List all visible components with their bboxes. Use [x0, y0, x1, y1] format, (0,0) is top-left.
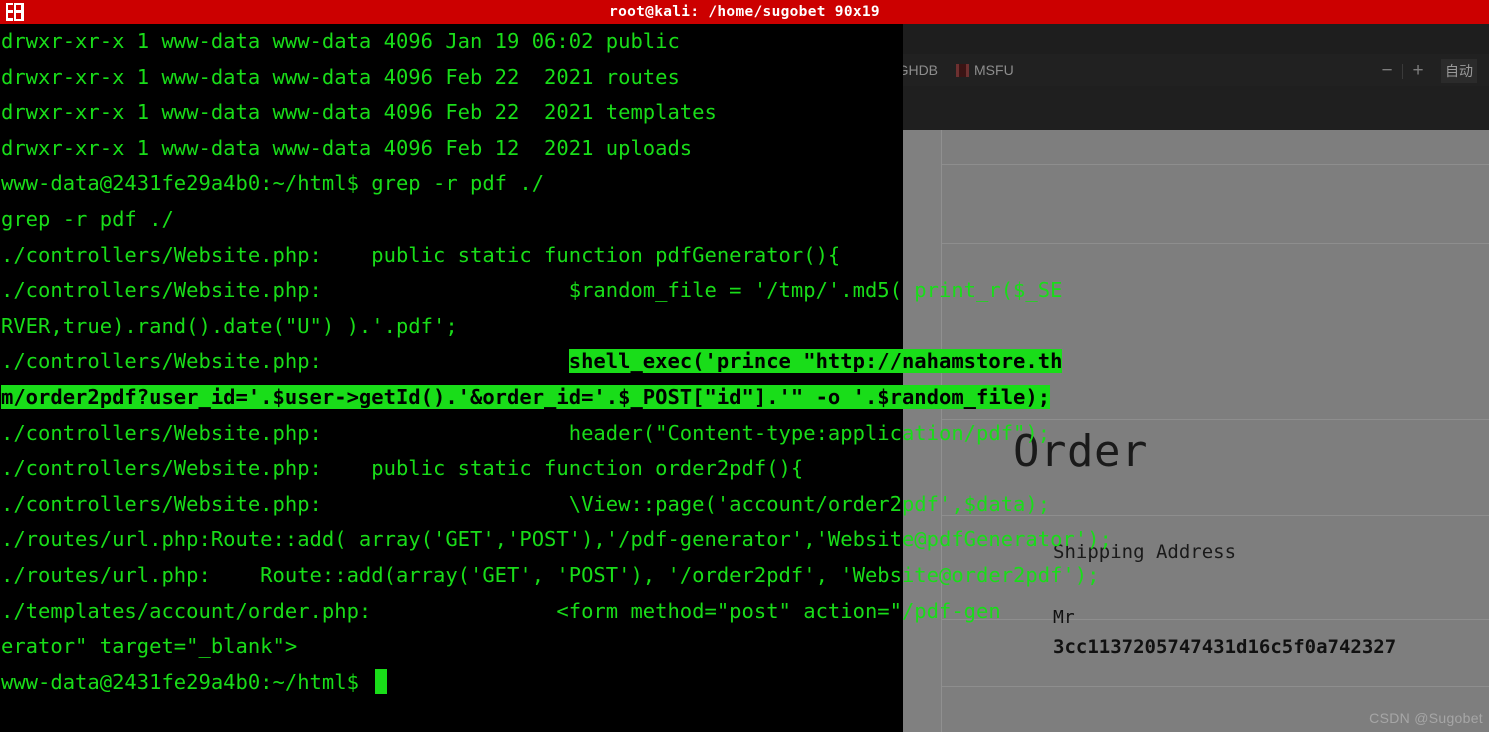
- terminal-line: ./controllers/Website.php: $random_file …: [1, 278, 1063, 303]
- terminal-line: ./routes/url.php:Route::add( array('GET'…: [1, 527, 1112, 552]
- screen: ← → ↻ ⏵ ⚭ ☹ nahamstore.thm/pdf-generator…: [0, 0, 1489, 732]
- terminal-line: m/order2pdf?user_id='.$user->getId().'&o…: [1, 380, 1489, 416]
- terminal-line: ./routes/url.php: Route::add(array('GET'…: [1, 562, 1100, 587]
- terminal-line: RVER,true).rand().date("U") ).'.pdf';: [1, 313, 458, 338]
- terminal-line: www-data@2431fe29a4b0:~/html$ grep -r pd…: [1, 171, 545, 196]
- terminal-title: root@kali: /home/sugobet 90x19: [609, 4, 880, 20]
- terminal-prompt-line: www-data@2431fe29a4b0:~/html$: [1, 665, 1489, 701]
- terminal-line: ./templates/account/order.php: <form met…: [1, 598, 1001, 623]
- terminal-output[interactable]: drwxr-xr-x 1 www-data www-data 4096 Jan …: [0, 24, 1489, 732]
- terminal-line: drwxr-xr-x 1 www-data www-data 4096 Feb …: [1, 64, 680, 89]
- terminal-line: drwxr-xr-x 1 www-data www-data 4096 Feb …: [1, 100, 717, 125]
- terminal-line: ./controllers/Website.php: public static…: [1, 456, 804, 481]
- terminal-selection: shell_exec('prince "http://nahamstore.th: [568, 349, 1063, 374]
- terminal-line: drwxr-xr-x 1 www-data www-data 4096 Jan …: [1, 29, 680, 53]
- terminal-cursor: [375, 668, 388, 694]
- terminal-selection: m/order2pdf?user_id='.$user->getId().'&o…: [1, 384, 1051, 409]
- terminal-line: ./controllers/Website.php: shell_exec('p…: [1, 349, 1063, 374]
- terminal-line: ./controllers/Website.php: header("Conte…: [1, 420, 1051, 445]
- terminal-line: ./controllers/Website.php: public static…: [1, 242, 841, 267]
- terminal-titlebar: root@kali: /home/sugobet 90x19: [0, 0, 1489, 24]
- terminal-line: erator" target="_blank">: [1, 634, 298, 659]
- terminal-icon: [6, 3, 24, 21]
- terminal-line: drwxr-xr-x 1 www-data www-data 4096 Feb …: [1, 135, 693, 160]
- terminal-line: grep -r pdf ./: [1, 206, 174, 231]
- terminal-line: ./controllers/Website.php: \View::page('…: [1, 491, 1051, 516]
